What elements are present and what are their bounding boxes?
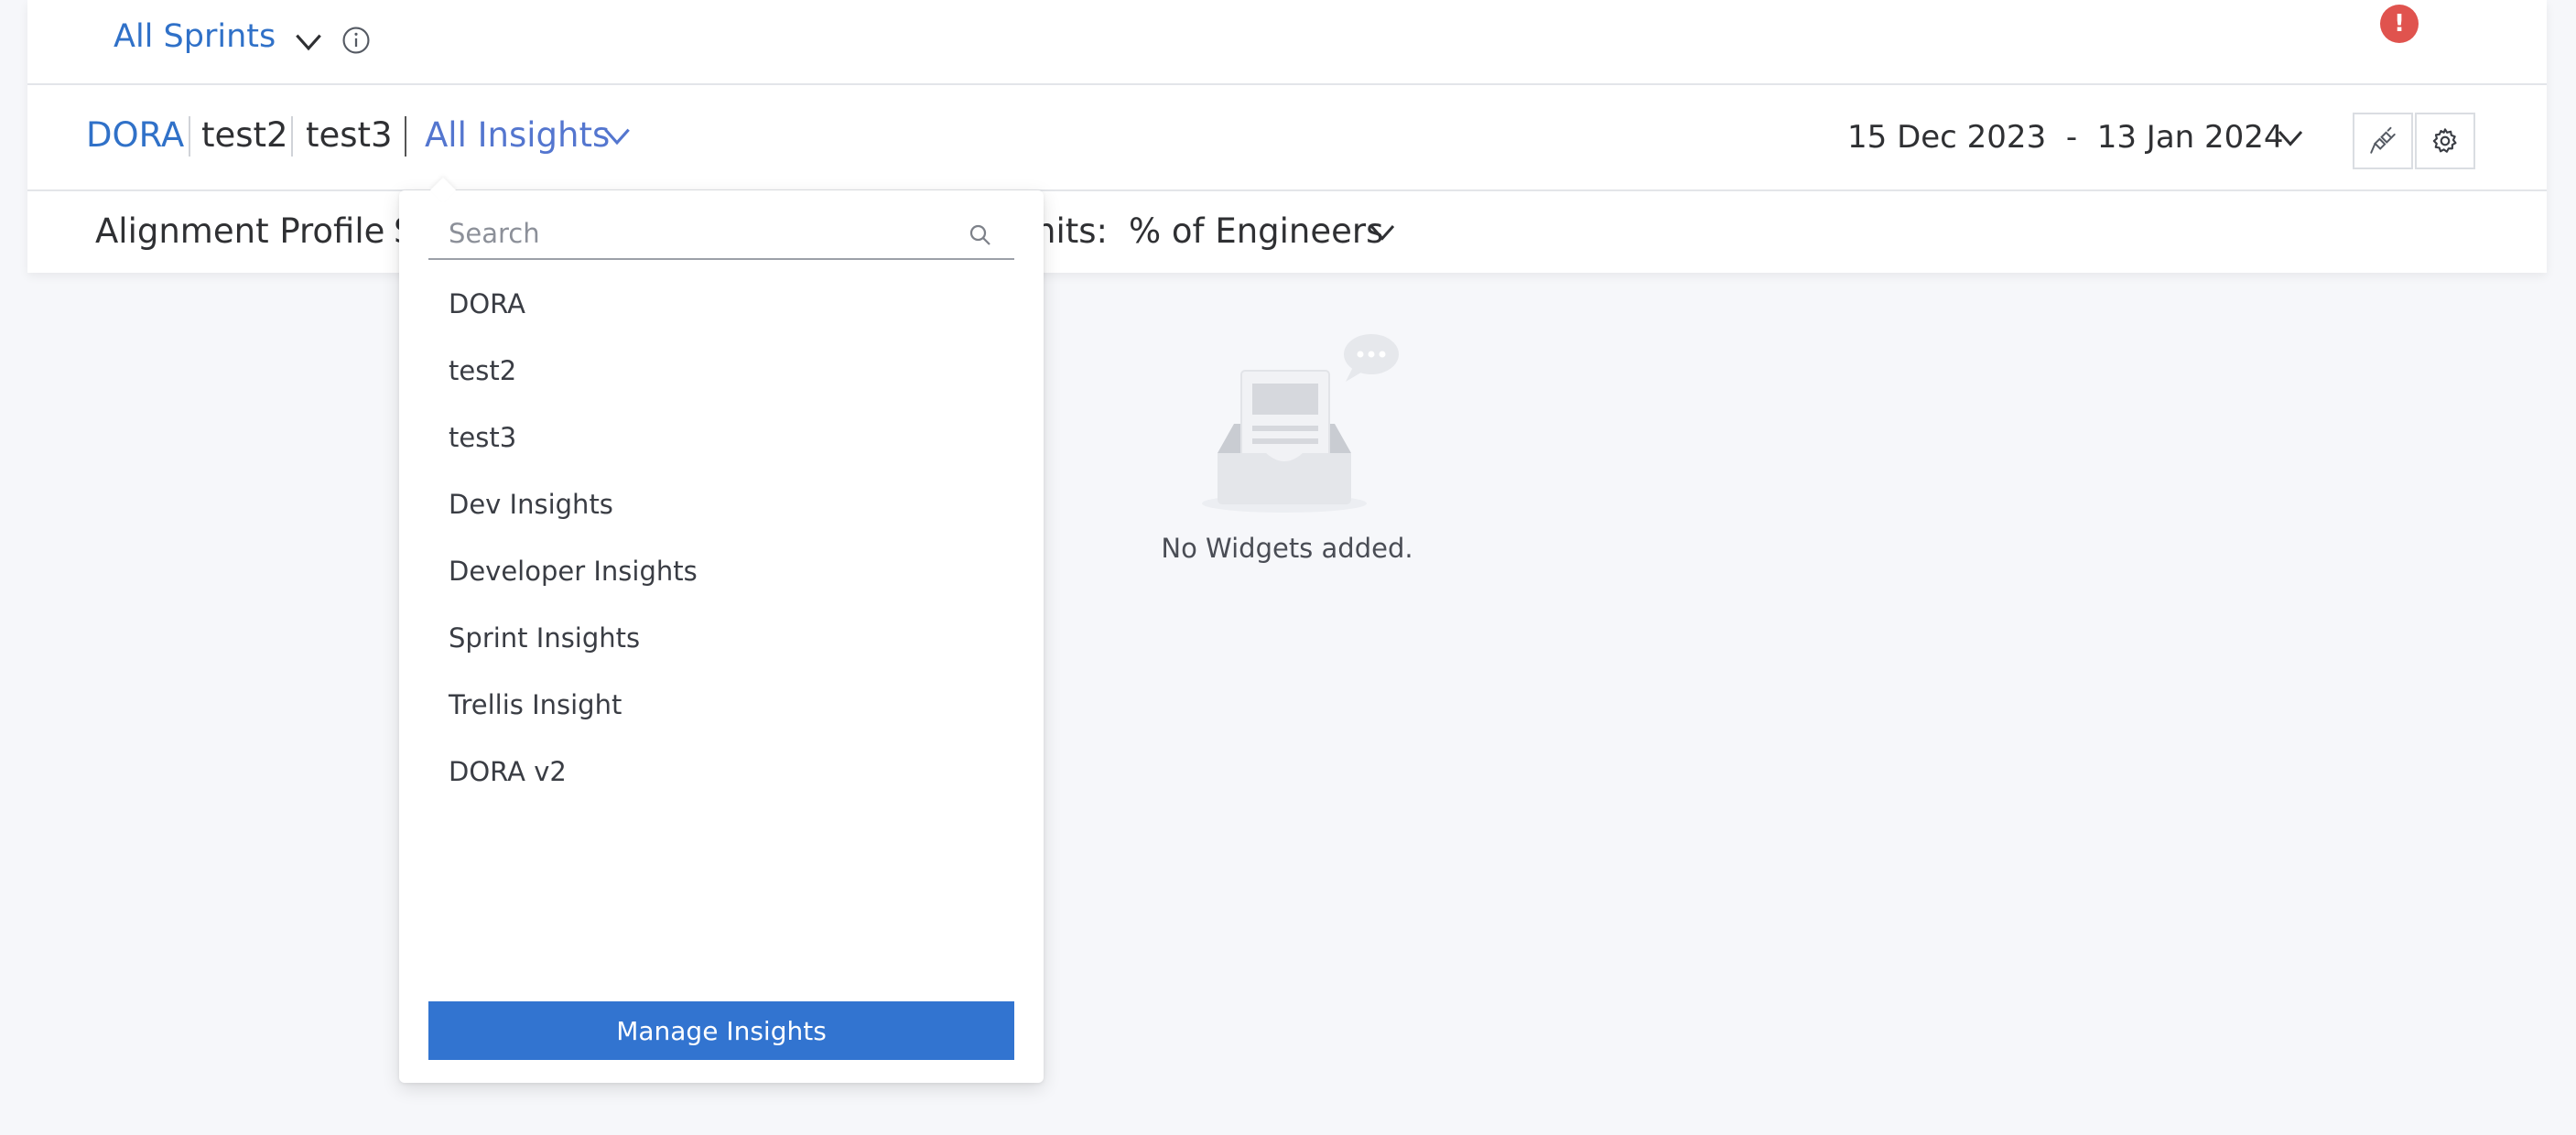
date-end: 13 Jan 2024 [2096,119,2284,156]
plug-icon [2370,126,2396,154]
manage-insights-button[interactable]: Manage Insights [428,1001,1014,1060]
breadcrumb-separator [405,116,406,157]
breadcrumb-item-test2[interactable]: test2 [201,115,288,155]
insight-item-dora-v2[interactable]: DORA v2 [399,746,1044,813]
alignment-profile-label: Alignment Profile : [95,211,407,251]
insight-item-sprint-insights[interactable]: Sprint Insights [399,612,1044,679]
insights-list: DORA test2 test3 Dev Insights Developer … [399,278,1044,813]
insight-item-dev-insights[interactable]: Dev Insights [399,479,1044,546]
date-start: 15 Dec 2023 [1847,119,2047,156]
insights-search [428,211,1014,260]
insight-item-trellis-insight[interactable]: Trellis Insight [399,679,1044,746]
dashboard-toolbar: DORA test2 test3 All Insights 15 Dec 202… [27,85,2547,191]
breadcrumb-separator [189,116,190,157]
empty-inbox-icon [1202,334,1399,513]
units-label: nits: [1034,211,1108,251]
sprint-filter-bar: All Sprints [27,0,2547,85]
breadcrumb-item-test3[interactable]: test3 [306,115,393,155]
empty-state-text: No Widgets added. [1161,533,1413,564]
settings-button[interactable] [2415,113,2475,169]
chevron-down-icon[interactable] [600,118,634,153]
all-insights-selector[interactable]: All Insights [425,115,610,155]
insight-item-test3[interactable]: test3 [399,412,1044,479]
units-selector[interactable]: % of Engineers [1129,211,1383,251]
breadcrumb-separator [291,116,293,157]
notification-badge: ! [2380,5,2419,43]
chevron-down-icon[interactable] [291,24,326,59]
chevron-down-icon[interactable] [2274,121,2307,154]
sprint-selector[interactable]: All Sprints [114,18,276,55]
date-separator: - [2065,119,2078,156]
chevron-down-icon[interactable] [1366,215,1399,248]
insight-item-developer-insights[interactable]: Developer Insights [399,546,1044,612]
insights-search-input[interactable] [428,211,941,256]
insight-item-test2[interactable]: test2 [399,345,1044,412]
breadcrumb-item-dora[interactable]: DORA [86,115,184,155]
search-icon [969,224,990,245]
insights-dropdown: DORA test2 test3 Dev Insights Developer … [399,177,1044,1083]
date-range-picker[interactable]: 15 Dec 2023 - 13 Jan 2024 [1847,119,2284,156]
info-icon[interactable] [341,25,372,56]
insight-item-dora[interactable]: DORA [399,278,1044,345]
integration-button[interactable] [2353,113,2413,169]
gear-icon [2432,128,2457,153]
